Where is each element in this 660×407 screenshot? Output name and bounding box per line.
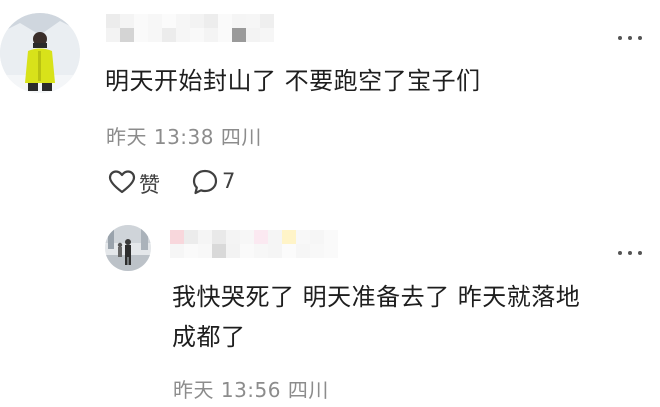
reply-avatar[interactable] — [105, 225, 151, 271]
heart-outline-icon — [108, 170, 136, 194]
reply-username-blurred-row2 — [170, 244, 338, 258]
like-button[interactable] — [108, 169, 136, 195]
comment-meta: 昨天 13:38 四川 — [106, 125, 262, 149]
reply-count[interactable]: 7 — [222, 169, 235, 193]
username-blurred-row2 — [106, 28, 274, 42]
reply-more-dots-icon[interactable] — [618, 251, 642, 255]
avatar-photo-icon — [0, 13, 80, 93]
avatar-photo-icon — [105, 225, 151, 271]
comment-bubble-icon — [192, 169, 218, 195]
reply-text-line1: 我快哭死了 明天准备去了 昨天就落地 — [172, 283, 581, 311]
username-blurred[interactable] — [106, 14, 274, 28]
reply-text-line2: 成都了 — [172, 323, 246, 351]
reply-button[interactable] — [191, 168, 219, 196]
comment-text: 明天开始封山了 不要跑空了宝子们 — [105, 67, 481, 95]
commenter-avatar[interactable] — [0, 13, 80, 93]
reply-username-blurred[interactable] — [170, 230, 338, 244]
reply-meta: 昨天 13:56 四川 — [173, 378, 329, 402]
more-dots-icon[interactable] — [618, 36, 642, 40]
like-label[interactable]: 赞 — [139, 169, 160, 199]
